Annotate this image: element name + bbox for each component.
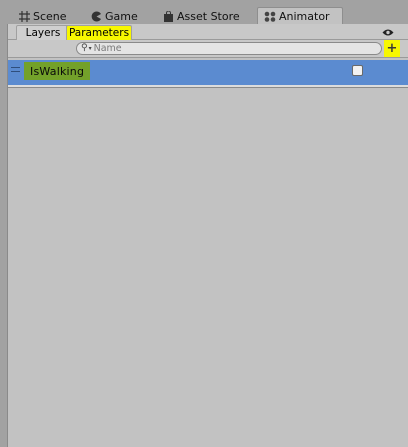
parameter-name[interactable]: IsWalking [24,62,91,80]
tab-game[interactable]: Game [90,8,138,24]
search-row: ⚲ ▾ + [8,40,408,58]
grid-icon [18,10,30,22]
shopping-bag-icon [162,10,174,22]
parameter-bool-checkbox[interactable] [352,65,363,76]
panel-toolbar: Layers Parameters [8,24,408,40]
animator-icon [264,10,276,22]
parameter-list: IsWalking [8,60,408,85]
list-footer-divider [8,85,408,88]
tab-layers[interactable]: Layers [16,25,70,40]
tab-animator[interactable]: Animator [257,7,343,24]
search-icon: ⚲ [81,43,88,53]
chevron-down-icon: ▾ [88,45,92,52]
window-left-border [0,24,8,447]
tab-parameters[interactable]: Parameters [66,25,132,40]
drag-handle-icon[interactable] [11,67,20,72]
editor-tab-bar: Scene Game Asset Store Animator [0,0,408,24]
search-input[interactable] [93,43,354,54]
tab-label: Game [105,9,138,23]
animator-parameters-panel: Layers Parameters ⚲ ▾ + IsWalking [8,24,408,447]
search-field: ⚲ ▾ [76,42,382,55]
tab-asset-store[interactable]: Asset Store [162,8,240,24]
tab-label: Animator [279,9,330,23]
tab-scene[interactable]: Scene [18,8,67,24]
eye-icon[interactable] [382,27,394,36]
tab-label: Scene [33,9,67,23]
add-parameter-button[interactable]: + [384,40,400,57]
tab-label: Asset Store [177,9,240,23]
pacman-icon [90,10,102,22]
